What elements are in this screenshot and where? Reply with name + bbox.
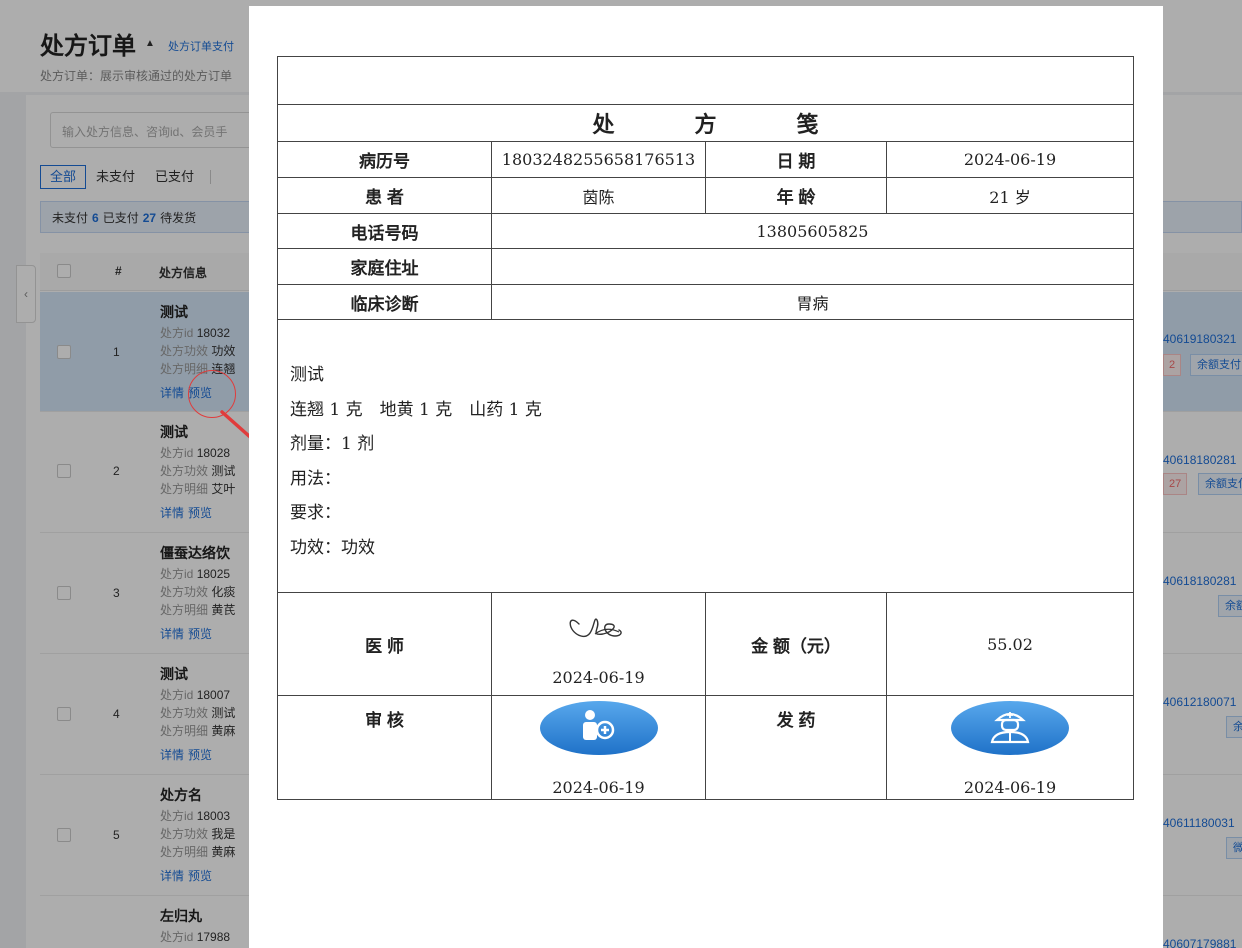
- prescription-body: 测试 连翘 1 克 地黄 1 克 山药 1 克 剂量：1 剂 用法： 要求： 功…: [277, 319, 1134, 593]
- prescription-preview-dialog: 处 方 笺 病历号 1803248255658176513 日 期 2024-06-…: [249, 6, 1163, 948]
- usage-line: 用法：: [290, 468, 341, 489]
- doctor-stamp-icon: [951, 701, 1069, 755]
- patient-value: 茵陈: [491, 177, 706, 214]
- requirement-line: 要求：: [290, 503, 341, 523]
- date-value: 2024-06-19: [886, 141, 1134, 178]
- diagnosis-value: 胃病: [491, 284, 1134, 320]
- age-label: 年 龄: [705, 177, 887, 214]
- audit-date: 2024-06-19: [552, 778, 645, 797]
- title-char: 处: [592, 112, 615, 137]
- prescription-name: 测试: [290, 365, 324, 385]
- herb-list: 连翘 1 克 地黄 1 克 山药 1 克: [290, 399, 542, 420]
- amount-label: 金 额（元）: [705, 592, 887, 696]
- dispense-cell: 2024-06-19: [886, 695, 1134, 800]
- doctor-date: 2024-06-19: [552, 667, 645, 687]
- prescription-sheet: 处 方 笺 病历号 1803248255658176513 日 期 2024-06-…: [277, 56, 1134, 800]
- date-label: 日 期: [705, 141, 887, 178]
- dispense-label: 发 药: [705, 695, 887, 800]
- amount-value: 55.02: [886, 592, 1134, 696]
- address-value: [491, 248, 1134, 285]
- diagnosis-label: 临床诊断: [277, 284, 492, 320]
- audit-cell: 2024-06-19: [491, 695, 706, 800]
- address-label: 家庭住址: [277, 248, 492, 285]
- age-value: 21 岁: [886, 177, 1134, 214]
- signature-icon: [569, 617, 622, 637]
- effect-line: 功效：功效: [290, 537, 375, 558]
- phone-value: 13805605825: [491, 213, 1134, 249]
- sheet-header-blank: [277, 56, 1134, 105]
- record-no-value: 1803248255658176513: [491, 141, 706, 178]
- sheet-title: 处方笺: [277, 104, 1134, 142]
- audit-label: 审 核: [277, 695, 492, 800]
- dose-line: 剂量：1 剂: [290, 434, 375, 454]
- phone-label: 电话号码: [277, 213, 492, 249]
- title-char: 方: [694, 112, 717, 137]
- record-no-label: 病历号: [277, 141, 492, 178]
- patient-label: 患 者: [277, 177, 492, 214]
- pharmacist-stamp-icon: [539, 701, 658, 755]
- doctor-label: 医 师: [277, 592, 492, 696]
- dispense-date: 2024-06-19: [963, 778, 1057, 797]
- title-char: 笺: [796, 112, 819, 137]
- doctor-cell: 2024-06-19: [491, 592, 706, 696]
